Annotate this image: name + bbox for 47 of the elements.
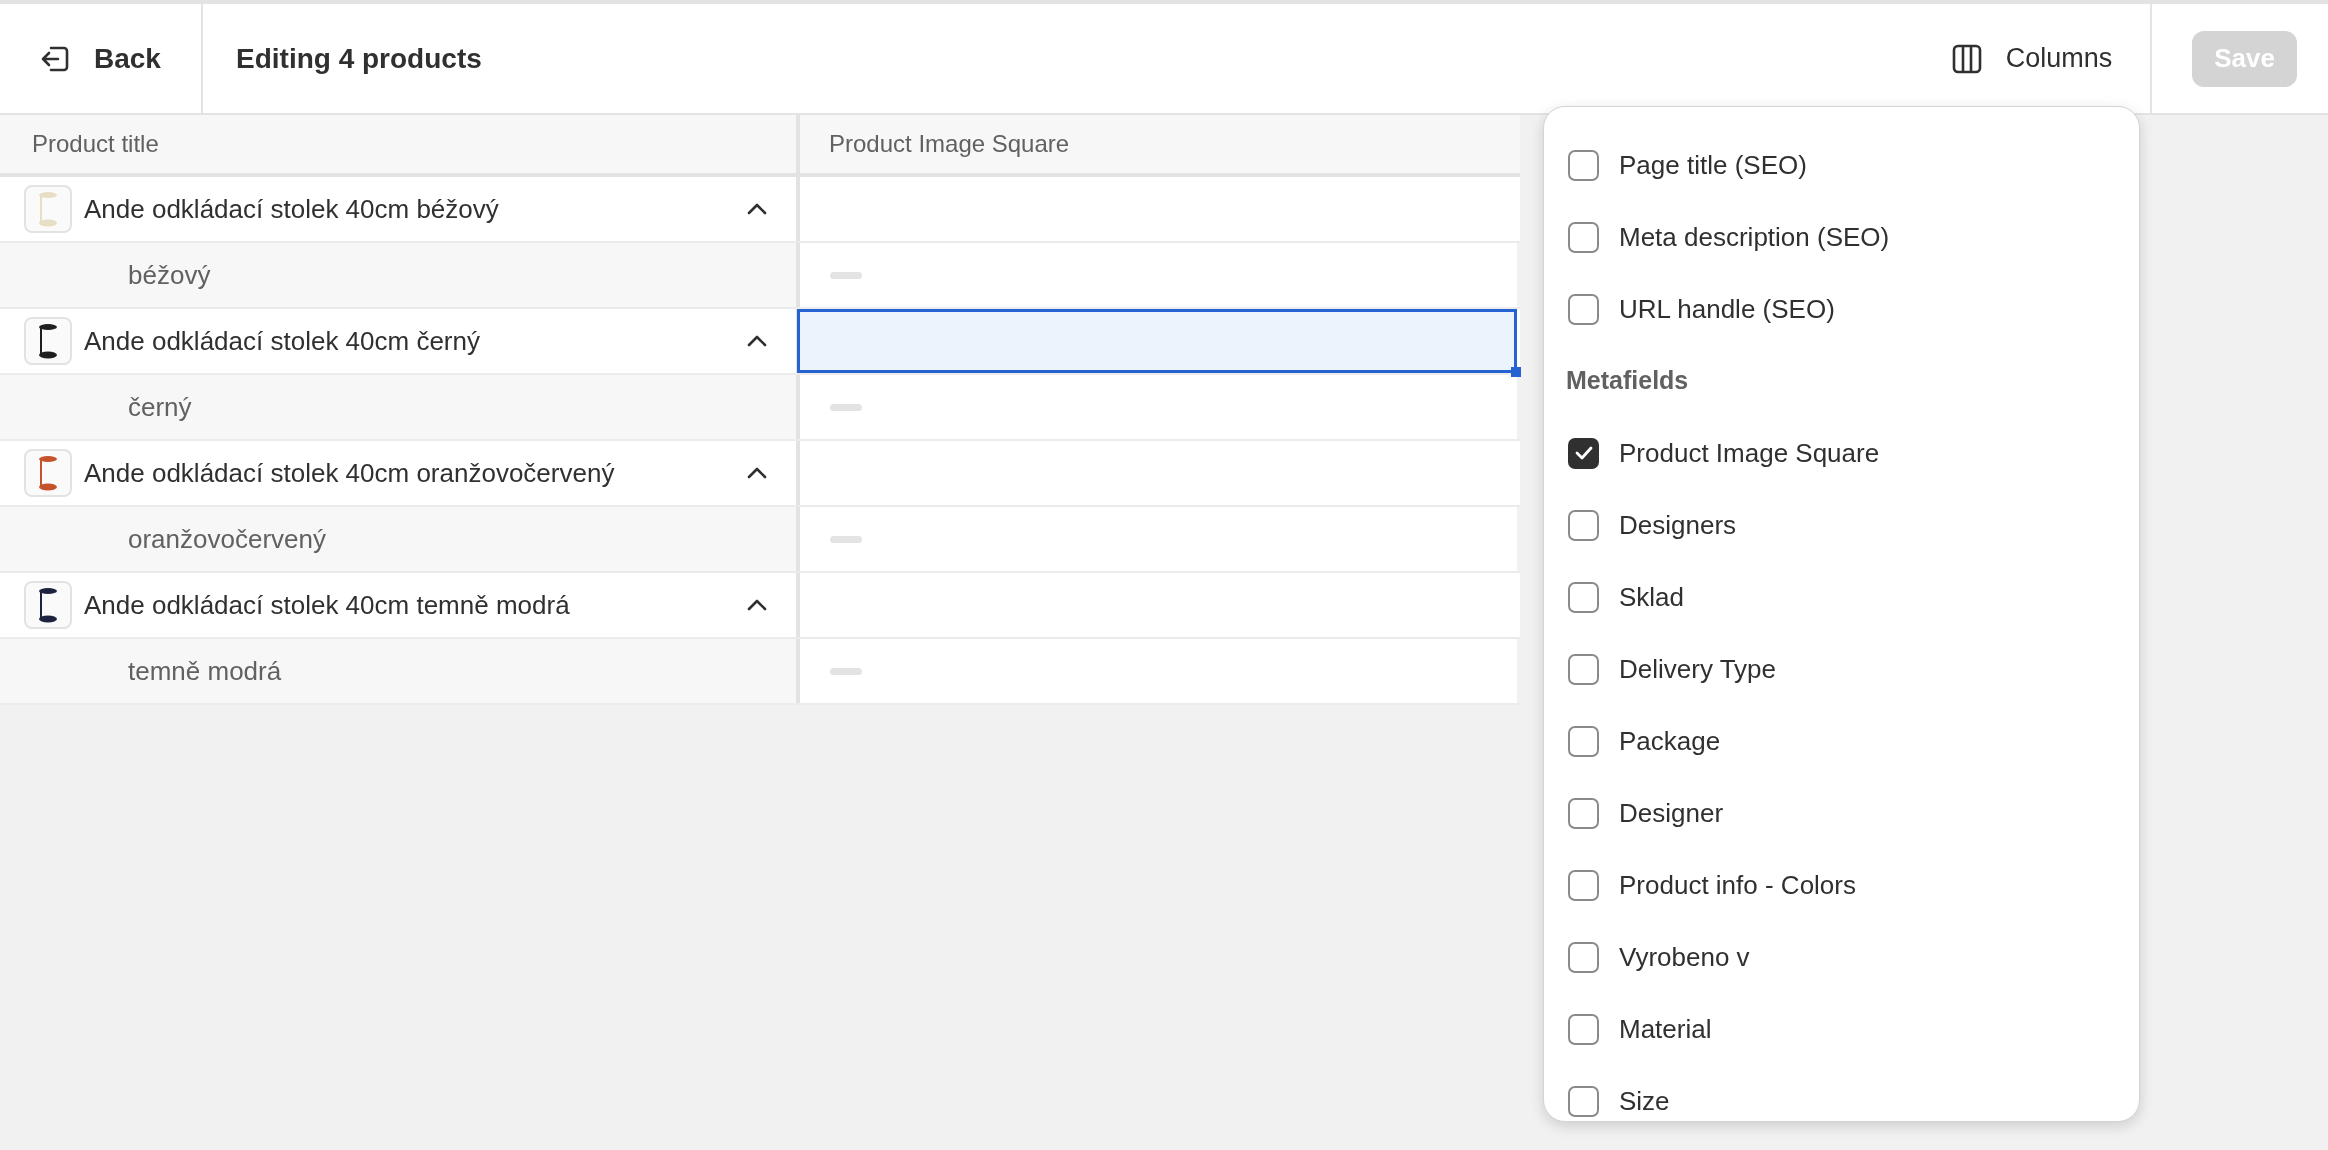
option-label: Product Image Square: [1619, 436, 1880, 470]
option-label: Product info - Colors: [1619, 868, 1856, 902]
empty-value-dash: [830, 667, 862, 675]
checkbox[interactable]: [1568, 437, 1599, 469]
column-header: Product title: [0, 115, 800, 173]
column-header: Product Image Square: [828, 129, 1071, 159]
product-title: Ande odkládací stolek 40cm černý: [84, 324, 481, 358]
checkbox[interactable]: [1568, 869, 1599, 901]
variant-name: béžový: [0, 243, 800, 307]
checkbox[interactable]: [1568, 509, 1599, 541]
back-button[interactable]: Back: [40, 37, 161, 80]
fill-handle[interactable]: [1511, 367, 1521, 377]
option-label: Page title (SEO): [1619, 148, 1807, 182]
variant-name: temně modrá: [0, 639, 800, 703]
checkbox[interactable]: [1568, 653, 1599, 685]
variant-name: oranžovočervený: [0, 507, 800, 571]
checkbox[interactable]: [1568, 221, 1599, 253]
checkbox[interactable]: [1568, 149, 1599, 181]
columns-button[interactable]: Columns: [1951, 38, 2113, 79]
option-label: Meta description (SEO): [1619, 220, 1890, 254]
checkbox[interactable]: [1568, 1013, 1599, 1045]
option-label: Vyrobeno v: [1619, 940, 1750, 974]
option-label: Designer: [1619, 796, 1724, 830]
product-title: Ande odkládací stolek 40cm béžový: [84, 192, 500, 226]
option-label: Designers: [1619, 508, 1737, 542]
option-label: URL handle (SEO): [1619, 292, 1835, 326]
checkbox[interactable]: [1568, 797, 1599, 829]
option-label: Material: [1619, 1012, 1712, 1046]
checkbox[interactable]: [1568, 941, 1599, 973]
columns-icon: [1951, 43, 1982, 74]
empty-value-dash: [830, 403, 862, 411]
option-label: Package: [1619, 724, 1721, 758]
checkbox[interactable]: [1568, 1085, 1599, 1117]
variant-name: černý: [0, 375, 800, 439]
product-title: Ande odkládací stolek 40cm temně modrá: [84, 588, 571, 622]
page-title: Editing 4 products: [235, 41, 483, 76]
checkmark-icon: [1574, 446, 1593, 460]
product-title: Ande odkládací stolek 40cm oranžovočervený: [84, 456, 616, 490]
checkbox[interactable]: [1568, 581, 1599, 613]
checkbox[interactable]: [1568, 725, 1599, 757]
section-heading: Metafields: [1565, 365, 1690, 397]
checkbox[interactable]: [1568, 293, 1599, 325]
option-label: Size: [1619, 1084, 1670, 1118]
option-label: Sklad: [1619, 580, 1685, 614]
empty-value-dash: [830, 535, 862, 543]
empty-value-dash: [830, 271, 862, 279]
option-label: Delivery Type: [1619, 652, 1777, 686]
